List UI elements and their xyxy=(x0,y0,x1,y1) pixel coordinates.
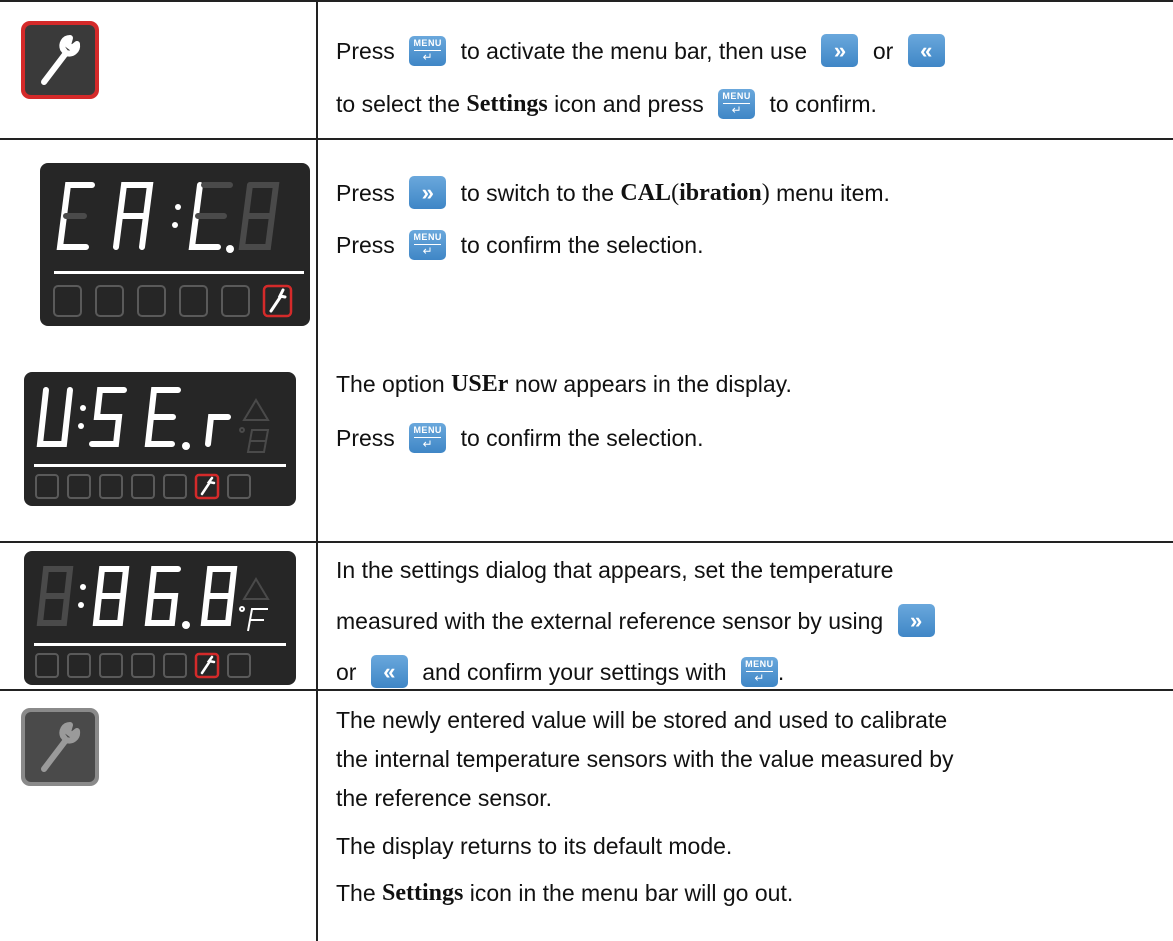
instruction-line: The Settings icon in the menu bar will g… xyxy=(336,879,794,906)
instruction-line: The newly entered value will be stored a… xyxy=(336,706,948,733)
instruction-line: the reference sensor. xyxy=(336,784,553,811)
settings-wrench-icon-active xyxy=(21,21,99,99)
table-top-border xyxy=(0,0,1173,2)
table-column-divider xyxy=(316,0,318,941)
menu-button-icon: MENU ↵ xyxy=(718,88,756,119)
instruction-line: The display returns to its default mode. xyxy=(336,832,733,859)
instruction-line: The option USEr now appears in the displ… xyxy=(336,370,792,397)
user-display-readout xyxy=(34,387,286,500)
value-display-readout xyxy=(34,566,286,679)
menu-button-icon: MENU ↵ xyxy=(740,656,778,687)
instruction-line: In the settings dialog that appears, set… xyxy=(336,556,894,583)
instruction-line: to select the Settings icon and press ME… xyxy=(336,88,877,119)
menu-button-icon: MENU ↵ xyxy=(409,35,447,66)
cal-term: CAL xyxy=(620,179,672,206)
instruction-line: Press MENU ↵ to confirm the selection. xyxy=(336,229,704,260)
display-panel-cal xyxy=(40,163,310,326)
table-row-divider xyxy=(0,138,1173,140)
next-button-icon: » xyxy=(821,34,859,68)
instruction-line: Press MENU ↵ to activate the menu bar, th… xyxy=(336,34,953,68)
previous-button-icon: « xyxy=(907,34,945,68)
settings-wrench-icon-inactive xyxy=(21,708,99,786)
settings-term: Settings xyxy=(466,90,548,117)
instruction-line: or « and confirm your settings with MENU… xyxy=(336,655,784,689)
display-panel-user xyxy=(24,372,296,506)
next-button-icon: » xyxy=(897,604,935,638)
display-panel-value xyxy=(24,551,296,685)
menu-button-icon: MENU ↵ xyxy=(409,229,447,260)
menu-button-icon: MENU ↵ xyxy=(409,422,447,453)
user-term: USEr xyxy=(451,370,509,397)
settings-term: Settings xyxy=(382,879,464,906)
next-button-icon: » xyxy=(409,176,447,210)
previous-button-icon: « xyxy=(370,655,408,689)
instruction-line: measured with the external reference sen… xyxy=(336,604,943,638)
instruction-line: Press MENU ↵ to confirm the selection. xyxy=(336,422,704,453)
cal-display-readout xyxy=(53,182,304,318)
instruction-line: Press » to switch to the CAL(ibration) m… xyxy=(336,176,890,210)
instruction-line: the internal temperature sensors with th… xyxy=(336,745,954,772)
table-row-divider xyxy=(0,689,1173,691)
ibration-term: ibration xyxy=(679,179,762,206)
table-row-divider xyxy=(0,541,1173,543)
